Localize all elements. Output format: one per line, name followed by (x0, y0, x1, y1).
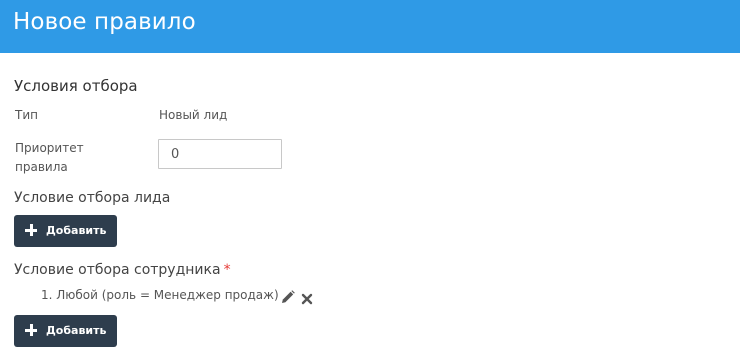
priority-label: Приоритет правила (15, 139, 84, 177)
plus-icon (25, 224, 37, 236)
type-label: Тип (15, 108, 38, 122)
priority-label-line1: Приоритет (15, 141, 84, 155)
conditions-section-title: Условия отбора (14, 77, 138, 95)
priority-input[interactable] (158, 139, 282, 169)
employee-condition-title-text: Условие отбора сотрудника (14, 262, 221, 278)
employee-condition-item-text: 1. Любой (роль = Менеджер продаж) (41, 288, 279, 302)
add-employee-condition-label: Добавить (46, 324, 107, 337)
employee-condition-title: Условие отбора сотрудника * (14, 262, 231, 278)
required-mark: * (223, 262, 231, 278)
lead-condition-title: Условие отбора лида (14, 190, 171, 206)
add-employee-condition-button[interactable]: Добавить (14, 315, 117, 347)
employee-condition-item: 1. Любой (роль = Менеджер продаж) (41, 288, 279, 302)
type-value: Новый лид (159, 108, 228, 122)
add-lead-condition-label: Добавить (46, 224, 107, 237)
priority-label-line2: правила (15, 160, 68, 174)
close-icon[interactable] (301, 290, 313, 309)
add-lead-condition-button[interactable]: Добавить (14, 215, 117, 247)
pencil-icon[interactable] (281, 289, 295, 308)
page-header: Новое правило (0, 0, 740, 53)
plus-icon (25, 324, 37, 336)
page-title: Новое правило (13, 9, 196, 35)
